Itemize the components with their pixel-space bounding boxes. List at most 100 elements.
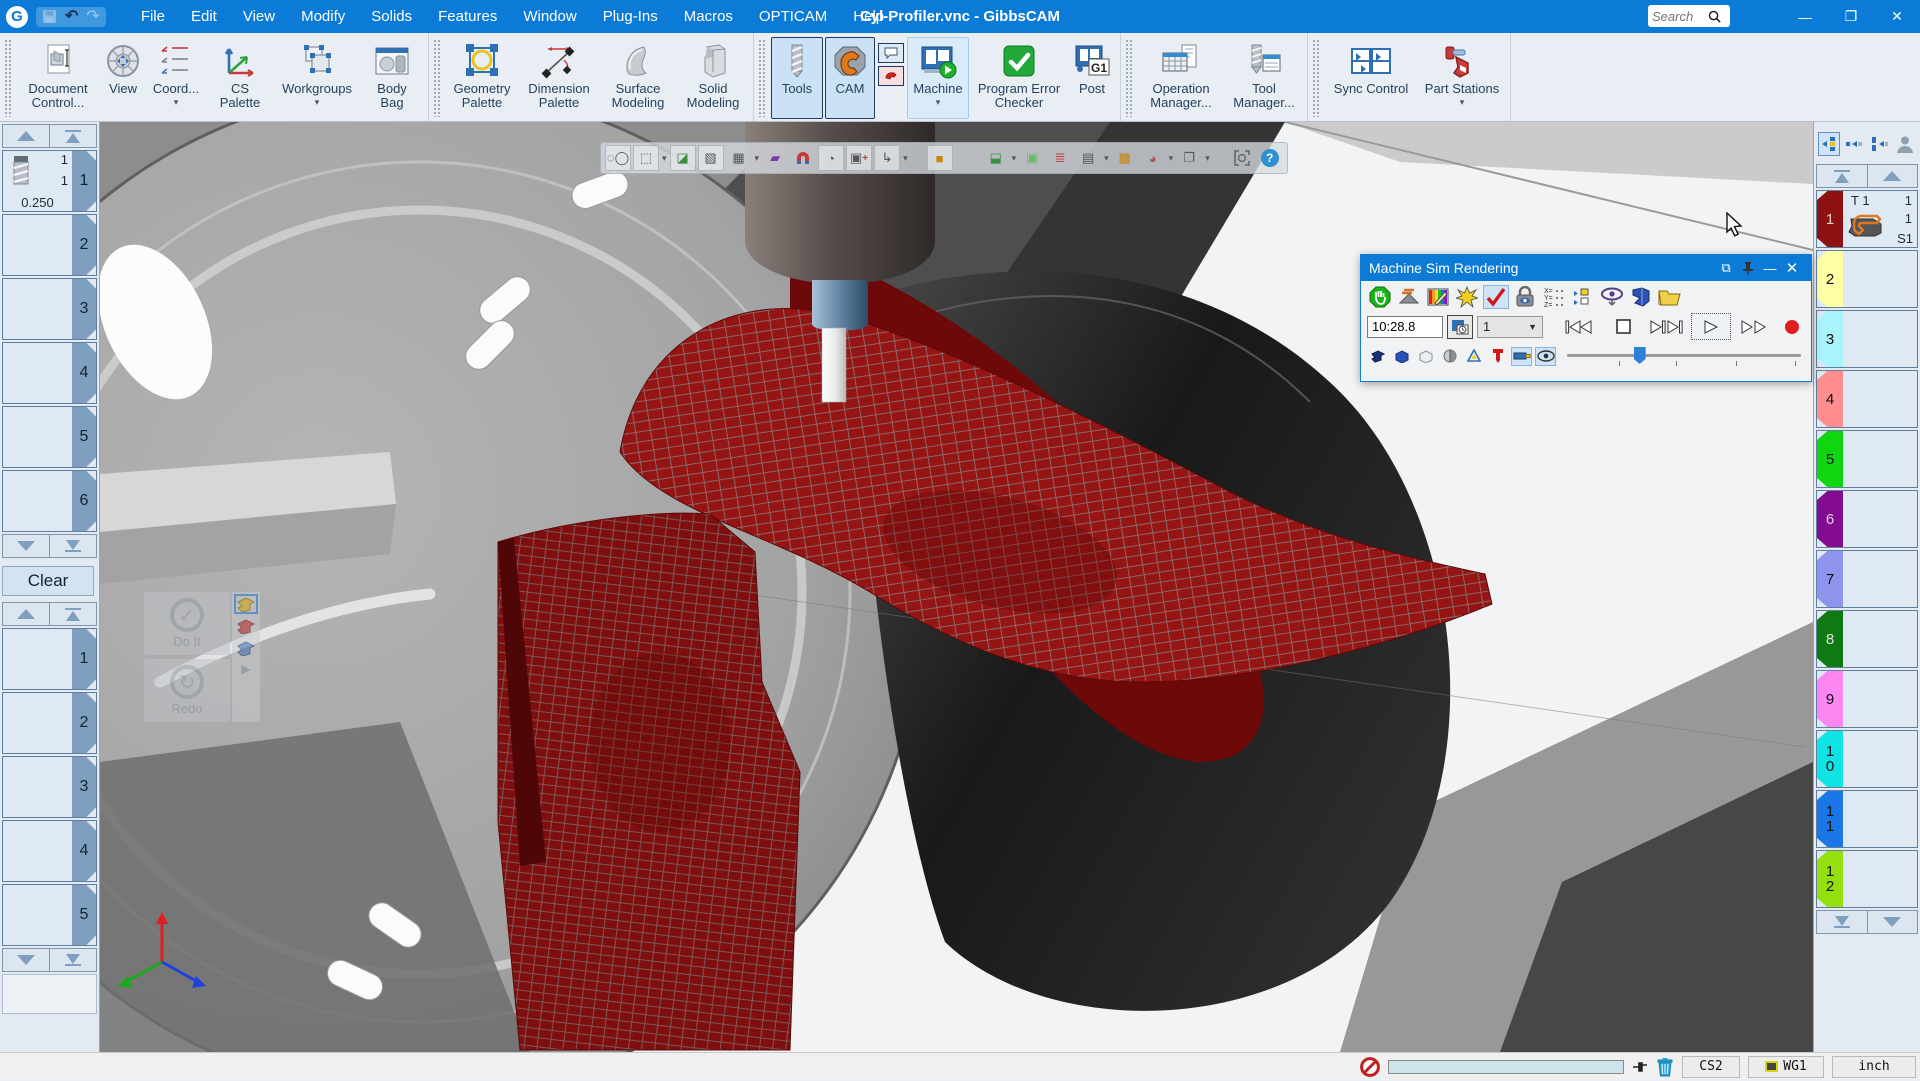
operation-tile-7[interactable]: 7: [1816, 550, 1918, 608]
cam-button[interactable]: CAM: [825, 37, 875, 119]
tool-tile-3[interactable]: 3: [2, 278, 97, 340]
cs-indicator[interactable]: CS2: [1682, 1056, 1740, 1078]
post-button[interactable]: G1 Post: [1069, 37, 1115, 119]
undo-icon[interactable]: ↶: [65, 9, 78, 25]
machine-button[interactable]: Machine ▾: [907, 37, 969, 119]
cam-profile-button[interactable]: [878, 66, 904, 86]
open-folder-icon[interactable]: [1657, 285, 1683, 309]
menu-solids[interactable]: Solids: [358, 3, 425, 30]
scroll-top-button[interactable]: [50, 603, 96, 625]
workgroups-button[interactable]: Workgroups ▾: [275, 37, 359, 119]
fit-bounds-icon[interactable]: ⬚: [633, 145, 659, 171]
flow-list-button[interactable]: [1818, 132, 1840, 156]
scroll-top-button[interactable]: [1817, 165, 1868, 187]
sim-time-input[interactable]: [1367, 316, 1443, 338]
stop-button[interactable]: [1603, 313, 1643, 340]
palette-minimize-button[interactable]: —: [1759, 261, 1781, 276]
play-button[interactable]: [1691, 313, 1731, 340]
restore-button[interactable]: ❐: [1828, 0, 1874, 33]
part-stations-dropdown-icon[interactable]: ▾: [1460, 97, 1465, 108]
magnet-icon[interactable]: [790, 145, 816, 171]
tool-tile-4[interactable]: 4: [2, 342, 97, 404]
material-removal-icon[interactable]: [1396, 285, 1422, 309]
zoom-fit-icon[interactable]: [1229, 145, 1255, 171]
scroll-up-button[interactable]: [1868, 165, 1918, 187]
solid-compare-icon[interactable]: [1628, 285, 1654, 309]
operation-tile-12[interactable]: 12: [1816, 850, 1918, 908]
op-tile-4[interactable]: 4: [2, 820, 97, 882]
operation-tile-8[interactable]: 8: [1816, 610, 1918, 668]
axes-icon[interactable]: [1463, 347, 1484, 366]
flow-step-button[interactable]: [1843, 132, 1865, 156]
group-drag-handle[interactable]: [758, 39, 766, 117]
cube-plus-icon[interactable]: ▣+: [846, 145, 872, 171]
group-drag-handle[interactable]: [433, 39, 441, 117]
balloon-note-button[interactable]: [878, 43, 904, 63]
pie-icon[interactable]: ◕: [1140, 145, 1166, 171]
cube-shaded-icon[interactable]: ▧: [698, 145, 724, 171]
redo-button[interactable]: ↻ Redo: [144, 659, 230, 722]
op-tile-5[interactable]: 5: [2, 884, 97, 946]
op-tile-1[interactable]: 1: [2, 628, 97, 690]
tool-tile-5[interactable]: 5: [2, 406, 97, 468]
group-drag-handle[interactable]: [4, 39, 12, 117]
tool-icon[interactable]: [1487, 347, 1508, 366]
dropdown-icon[interactable]: ▾: [755, 153, 760, 164]
menu-features[interactable]: Features: [425, 3, 510, 30]
dock-window-icon[interactable]: ⧉: [1715, 260, 1737, 276]
menu-view[interactable]: View: [230, 3, 288, 30]
workgroups-dropdown-icon[interactable]: ▾: [315, 97, 320, 108]
paint-icon[interactable]: ▰: [762, 145, 788, 171]
solid-arrow-icon[interactable]: [1367, 347, 1388, 366]
menu-window[interactable]: Window: [510, 3, 589, 30]
menu-help[interactable]: Help: [840, 3, 897, 30]
coord-button[interactable]: Coord... ▾: [147, 37, 205, 119]
solid-modeling-button[interactable]: Solid Modeling: [678, 37, 748, 119]
operation-tile-9[interactable]: 9: [1816, 670, 1918, 728]
menu-edit[interactable]: Edit: [178, 3, 230, 30]
cube-pattern-icon[interactable]: ▩: [1112, 145, 1138, 171]
sync-control-button[interactable]: Sync Control: [1325, 37, 1417, 119]
scroll-down-button[interactable]: [3, 535, 50, 557]
user-icon[interactable]: [1894, 132, 1916, 156]
scroll-bottom-button[interactable]: [1817, 911, 1868, 933]
pin-icon[interactable]: [1737, 261, 1759, 275]
half-section-icon[interactable]: [1439, 347, 1460, 366]
collision-check-icon[interactable]: [1454, 285, 1480, 309]
wg-indicator[interactable]: WG1: [1748, 1056, 1824, 1078]
sim-palette-titlebar[interactable]: Machine Sim Rendering ⧉ — ✕: [1361, 255, 1811, 281]
op-tile-3[interactable]: 3: [2, 756, 97, 818]
slider-thumb[interactable]: [1634, 347, 1646, 364]
tool-tile-tab[interactable]: 1: [72, 151, 96, 211]
search-box[interactable]: [1648, 5, 1730, 27]
help-icon[interactable]: ?: [1257, 145, 1283, 171]
redo-icon[interactable]: ↷: [86, 9, 99, 25]
dropdown-icon[interactable]: ▾: [903, 153, 908, 164]
menu-opticam[interactable]: OPTICAM: [746, 3, 840, 30]
surface-modeling-button[interactable]: Surface Modeling: [600, 37, 676, 119]
menu-plugins[interactable]: Plug-Ins: [590, 3, 671, 30]
tool-manager-button[interactable]: Tool Manager...: [1226, 37, 1302, 119]
ghost-icon[interactable]: [1415, 347, 1436, 366]
save-icon[interactable]: [42, 9, 57, 24]
menu-modify[interactable]: Modify: [288, 3, 358, 30]
operation-tile-1[interactable]: 1 T 1 1 1 S1: [1816, 190, 1918, 248]
op-list-icon[interactable]: ▤: [1075, 145, 1101, 171]
fast-forward-button[interactable]: [1735, 313, 1775, 340]
cube-face-icon[interactable]: ▣: [1019, 145, 1045, 171]
scroll-down-button[interactable]: [3, 949, 50, 971]
cs-axes-icon[interactable]: ↳: [874, 145, 900, 171]
solid-yellow-icon[interactable]: [236, 596, 256, 612]
cube-wire-icon[interactable]: ▦: [726, 145, 752, 171]
tool-tile-6[interactable]: 6: [2, 470, 97, 532]
geometry-palette-button[interactable]: Geometry Palette: [446, 37, 518, 119]
sim-progress-slider[interactable]: [1567, 345, 1805, 367]
stop-hand-icon[interactable]: [1367, 285, 1393, 309]
go-to-start-button[interactable]: [1559, 313, 1599, 340]
scroll-up-button[interactable]: [3, 125, 50, 147]
dropdown-icon[interactable]: ▾: [1012, 153, 1017, 164]
machine-dropdown-icon[interactable]: ▾: [936, 97, 941, 108]
scroll-up-button[interactable]: [3, 603, 50, 625]
toolholder-icon[interactable]: [1511, 347, 1532, 366]
group-drag-handle[interactable]: [1125, 39, 1133, 117]
